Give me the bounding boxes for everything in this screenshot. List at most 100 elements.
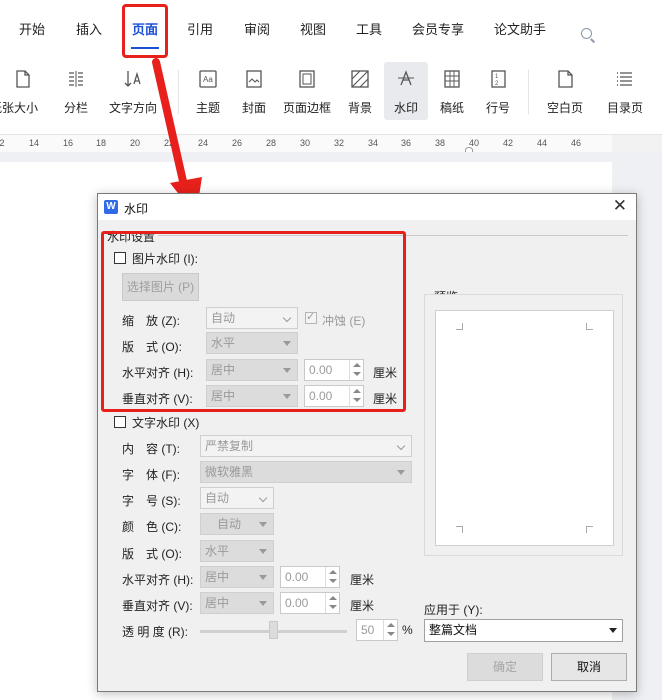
ruler-tick: 20 xyxy=(129,138,141,148)
ribbon-label: 页面边框 xyxy=(282,101,331,115)
color-select[interactable]: 自动 xyxy=(200,513,274,535)
text-layout-select[interactable]: 水平 xyxy=(200,540,274,562)
spin-up-icon xyxy=(329,596,337,600)
menu-item-review[interactable]: 审阅 xyxy=(244,20,270,40)
ribbon-background[interactable]: 背景 xyxy=(340,62,380,120)
menu-item-tools[interactable]: 工具 xyxy=(356,20,382,40)
text-halign-offset[interactable]: 0.00 xyxy=(280,566,340,588)
menu-item-view[interactable]: 视图 xyxy=(300,20,326,40)
ruler-tick: 38 xyxy=(434,138,446,148)
content-label: 内 容 (T): xyxy=(122,442,180,456)
app-window: 开始 插入 页面 引用 审阅 视图 工具 会员专享 论文助手 纸张大小 分栏 文… xyxy=(0,0,662,700)
dialog-title: 水印 xyxy=(124,202,149,216)
transparency-slider-thumb[interactable] xyxy=(269,621,278,639)
menu-item-reference[interactable]: 引用 xyxy=(187,20,213,40)
dialog-title-bar[interactable]: W 水印 ✕ xyxy=(98,194,636,220)
color-value: 自动 xyxy=(217,517,242,531)
ruler-tick: 32 xyxy=(333,138,345,148)
spinner-buttons[interactable] xyxy=(383,620,397,640)
spinner-buttons[interactable] xyxy=(325,593,339,613)
watermark-icon xyxy=(398,70,414,86)
content-select[interactable]: 严禁复制 xyxy=(200,435,412,457)
ribbon-label: 背景 xyxy=(347,101,372,115)
apply-to-label: 应用于 (Y): xyxy=(424,603,483,617)
dropdown-arrow-icon xyxy=(259,575,267,580)
chevron-down-icon xyxy=(255,488,273,508)
text-halign-label: 水平对齐 (H): xyxy=(122,573,194,587)
horizontal-ruler[interactable]: 2 14 16 18 20 22 24 26 28 30 32 34 36 38… xyxy=(0,134,662,153)
text-valign-offset[interactable]: 0.00 xyxy=(280,592,340,614)
preview-page xyxy=(435,310,614,546)
transparency-value: 50 xyxy=(361,623,375,637)
svg-text:2: 2 xyxy=(495,81,499,87)
ribbon-separator xyxy=(178,70,179,114)
apply-to-select[interactable]: 整篇文档 xyxy=(424,619,623,642)
size-select[interactable]: 自动 xyxy=(200,487,274,509)
theme-icon: Aa xyxy=(199,70,217,88)
transparency-unit: % xyxy=(402,623,413,637)
spin-down-icon xyxy=(387,632,395,636)
cancel-button[interactable]: 取消 xyxy=(551,653,627,681)
ruler-tick: 2 xyxy=(0,138,5,148)
ribbon-page-border[interactable]: 页面边框 xyxy=(281,62,333,120)
text-watermark-checkbox[interactable] xyxy=(114,416,126,428)
ribbon-blank-page[interactable]: 空白页 xyxy=(538,62,592,120)
ribbon-cover[interactable]: 封面 xyxy=(234,62,274,120)
ribbon-separator xyxy=(528,70,529,114)
ribbon-label: 空白页 xyxy=(546,101,583,115)
ruler-tick: 36 xyxy=(400,138,412,148)
background-icon xyxy=(351,70,369,88)
margin-corner xyxy=(456,323,463,330)
spinner-buttons[interactable] xyxy=(325,567,339,587)
text-valign-select[interactable]: 居中 xyxy=(200,592,274,614)
ruler-tick: 44 xyxy=(536,138,548,148)
ruler-tick: 28 xyxy=(265,138,277,148)
text-halign-value: 居中 xyxy=(205,570,230,584)
close-icon[interactable]: ✕ xyxy=(613,197,627,215)
spin-down-icon xyxy=(329,579,337,583)
dropdown-arrow-icon xyxy=(259,549,267,554)
menu-bar: 开始 插入 页面 引用 审阅 视图 工具 会员专享 论文助手 xyxy=(0,0,662,62)
ruler-tick: 34 xyxy=(367,138,379,148)
size-value: 自动 xyxy=(205,491,230,505)
ruler-tick: 16 xyxy=(62,138,74,148)
picture-watermark-highlight-box xyxy=(101,231,406,412)
text-halign-offset-value: 0.00 xyxy=(285,570,309,584)
spin-up-icon xyxy=(387,623,395,627)
ribbon-toc-page[interactable]: 目录页 xyxy=(598,62,652,120)
margin-corner xyxy=(586,526,593,533)
apply-to-value: 整篇文档 xyxy=(429,623,478,637)
ribbon-label: 主题 xyxy=(195,101,220,115)
text-halign-select[interactable]: 居中 xyxy=(200,566,274,588)
menu-item-paper-assistant[interactable]: 论文助手 xyxy=(494,20,546,40)
ribbon-label: 文字方向 xyxy=(108,101,157,115)
menu-item-start[interactable]: 开始 xyxy=(19,20,45,40)
ribbon-label: 纸张大小 xyxy=(0,101,39,115)
ruler-tick: 14 xyxy=(28,138,40,148)
menu-item-member[interactable]: 会员专享 xyxy=(412,20,464,40)
transparency-label: 透 明 度 (R): xyxy=(122,625,188,639)
text-watermark-label: 文字水印 (X) xyxy=(132,416,200,430)
content-value: 严禁复制 xyxy=(205,439,254,453)
ribbon-columns[interactable]: 分栏 xyxy=(56,62,96,120)
ribbon-paper-size[interactable]: 纸张大小 xyxy=(0,62,44,120)
transparency-input[interactable]: 50 xyxy=(356,619,398,641)
text-valign-offset-value: 0.00 xyxy=(285,596,309,610)
ribbon-line-number[interactable]: 12 行号 xyxy=(477,62,519,120)
toc-page-icon xyxy=(617,72,632,86)
ok-button[interactable]: 确定 xyxy=(467,653,543,681)
ribbon-text-direction[interactable]: 文字方向 xyxy=(103,62,163,120)
menu-item-insert[interactable]: 插入 xyxy=(76,20,102,40)
svg-text:Aa: Aa xyxy=(203,75,213,84)
ribbon-watermark[interactable]: 水印 xyxy=(384,62,428,120)
font-select[interactable]: 微软雅黑 xyxy=(200,461,412,483)
chevron-down-icon xyxy=(393,436,411,456)
ruler-tick: 24 xyxy=(197,138,209,148)
ribbon-label: 稿纸 xyxy=(439,101,464,115)
search-icon[interactable] xyxy=(581,28,592,39)
columns-icon xyxy=(69,71,83,87)
ribbon-manuscript[interactable]: 稿纸 xyxy=(434,62,470,120)
ribbon-theme[interactable]: Aa 主题 xyxy=(188,62,228,120)
margin-corner xyxy=(586,323,593,330)
dropdown-arrow-icon xyxy=(397,470,405,475)
